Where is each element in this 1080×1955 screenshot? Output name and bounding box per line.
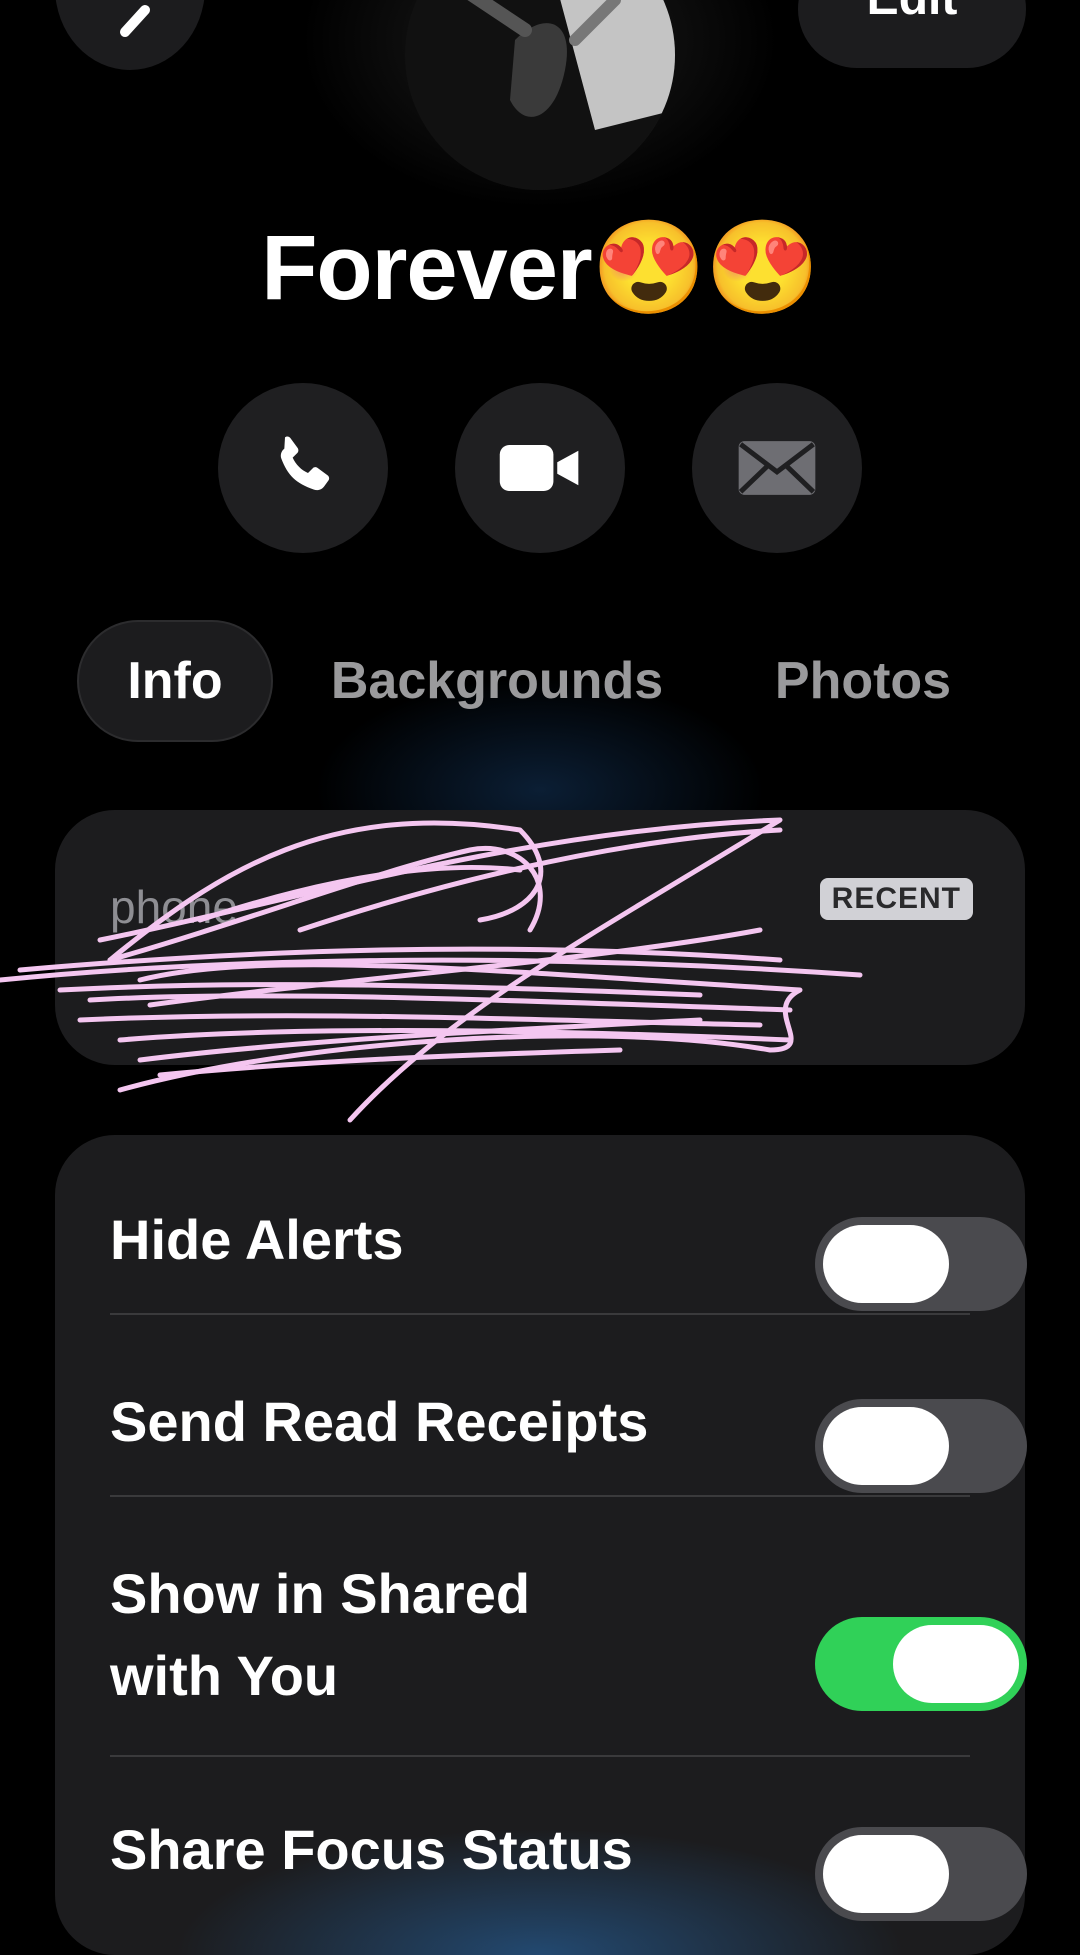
- recent-badge: RECENT: [819, 878, 973, 920]
- share-focus-status-label: Share Focus Status: [110, 1818, 633, 1881]
- hide-alerts-label: Hide Alerts: [110, 1208, 404, 1271]
- setting-row-show-in-shared-with-you: Show in Shared with You: [110, 1535, 1027, 1735]
- phone-icon: [280, 436, 330, 491]
- setting-row-share-focus-status: Share Focus Status: [110, 1795, 1027, 1925]
- share-focus-status-toggle[interactable]: [815, 1827, 1027, 1921]
- envelope-icon: [738, 441, 816, 495]
- segmented-tabs: Info Backgrounds Photos: [0, 620, 1080, 742]
- edit-button[interactable]: Edit: [798, 0, 1026, 68]
- toggle-knob: [823, 1835, 949, 1913]
- setting-row-hide-alerts: Hide Alerts: [110, 1175, 1027, 1311]
- toggle-knob: [893, 1625, 1019, 1703]
- toggle-knob: [823, 1225, 949, 1303]
- send-read-receipts-label: Send Read Receipts: [110, 1390, 649, 1453]
- phone-card[interactable]: phone RECENT: [55, 810, 1025, 1065]
- contact-name: Forever😍😍: [261, 217, 820, 319]
- mail-button[interactable]: [692, 383, 862, 553]
- setting-row-send-read-receipts: Send Read Receipts: [110, 1357, 1027, 1493]
- tab-backgrounds-label: Backgrounds: [330, 652, 664, 710]
- tab-photos[interactable]: Photos: [745, 620, 981, 742]
- call-button[interactable]: [218, 383, 388, 553]
- tab-info-label: Info: [127, 652, 223, 710]
- conversation-settings-card: Hide Alerts Send Read Receipts Show in S…: [55, 1135, 1027, 1955]
- video-call-button[interactable]: [455, 383, 625, 553]
- chevron-left-icon: [120, 5, 150, 37]
- edit-label: Edit: [867, 0, 958, 26]
- divider: [110, 1755, 970, 1757]
- hide-alerts-toggle[interactable]: [815, 1217, 1027, 1311]
- tab-photos-label: Photos: [774, 652, 952, 710]
- toggle-knob: [823, 1407, 949, 1485]
- divider: [110, 1495, 970, 1497]
- video-camera-icon: [499, 445, 579, 491]
- divider: [110, 1313, 970, 1315]
- phone-label: phone: [110, 881, 238, 933]
- send-read-receipts-toggle[interactable]: [815, 1399, 1027, 1493]
- tab-backgrounds[interactable]: Backgrounds: [312, 620, 682, 742]
- show-in-shared-label: Show in Shared with You: [110, 1562, 531, 1707]
- tab-info[interactable]: Info: [77, 620, 273, 742]
- show-in-shared-toggle[interactable]: [815, 1617, 1027, 1711]
